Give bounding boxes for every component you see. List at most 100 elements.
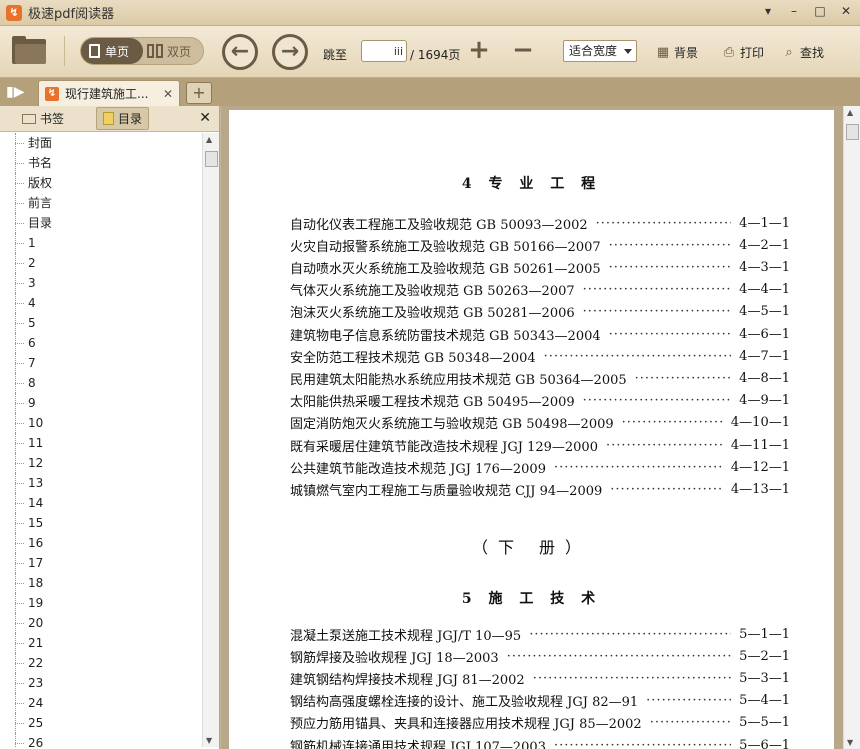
entry-page: 4—7—1 — [739, 348, 790, 364]
zoom-out-button[interactable]: − — [512, 37, 534, 63]
toc-entry: 自动化仪表工程施工及验收规范 GB 50093—2002 ············… — [290, 213, 790, 233]
toc-item[interactable]: 2 — [0, 253, 203, 273]
minimize-button[interactable]: – — [786, 3, 802, 19]
search-icon: ⌕ — [785, 44, 793, 60]
chevron-down-icon — [624, 49, 632, 54]
toc-item[interactable]: 1 — [0, 233, 203, 253]
app-icon: ↯ — [6, 4, 22, 21]
print-button[interactable]: ⎙ 打印 — [722, 44, 764, 61]
tab-bookmarks[interactable]: 书签 — [16, 108, 70, 129]
entry-title: 钢结构高强度螺栓连接的设计、施工及验收规程 JGJ 82—91 — [290, 695, 639, 711]
background-button[interactable]: ▦ 背景 — [656, 44, 698, 61]
sidebar-toggle-button[interactable]: ▮▶ — [6, 83, 30, 101]
toc-item[interactable]: 17 — [0, 553, 203, 573]
scroll-up-icon[interactable]: ▲ — [847, 108, 853, 117]
toc-entry: 混凝土泵送施工技术规程 JGJ/T 10—95 ·················… — [290, 624, 790, 644]
toc-item[interactable]: 书名 — [0, 153, 203, 173]
close-window-button[interactable]: ✕ — [838, 3, 854, 19]
maximize-button[interactable]: □ — [812, 3, 828, 19]
scroll-thumb[interactable] — [205, 151, 218, 167]
toc-item[interactable]: 7 — [0, 353, 203, 373]
toc-entry: 建筑钢结构焊接技术规程 JGJ 81—2002 ·················… — [290, 668, 790, 688]
toc-item[interactable]: 12 — [0, 453, 203, 473]
entry-page: 5—6—1 — [739, 737, 790, 749]
leader-dots: ········································… — [649, 715, 731, 731]
entry-title: 固定消防炮灭火系统施工与验收规范 GB 50498—2009 — [290, 417, 614, 433]
entry-title: 钢筋焊接及验收规程 JGJ 18—2003 — [290, 650, 499, 666]
open-file-button[interactable] — [12, 36, 46, 64]
leader-dots: ········································… — [553, 459, 723, 475]
tab-close-icon[interactable]: ✕ — [163, 87, 173, 101]
prev-page-button[interactable]: ← — [222, 34, 258, 70]
entry-title: 气体灭火系统施工及验收规范 GB 50263—2007 — [290, 284, 575, 300]
entry-title: 太阳能供热采暖工程技术规范 GB 50495—2009 — [290, 395, 575, 411]
page-number-input[interactable] — [361, 40, 407, 62]
toc-item[interactable]: 13 — [0, 473, 203, 493]
toc-entry: 钢筋焊接及验收规程 JGJ 18—2003 ···················… — [290, 646, 790, 666]
entry-page: 4—1—1 — [739, 215, 790, 231]
tab-toc[interactable]: 目录 — [96, 107, 150, 130]
toc-item[interactable]: 8 — [0, 373, 203, 393]
toc-item[interactable]: 10 — [0, 413, 203, 433]
toc-entry: 民用建筑太阳能热水系统应用技术规范 GB 50364—2005 ·········… — [290, 368, 790, 388]
entry-page: 5—2—1 — [739, 648, 790, 664]
toc-item[interactable]: 目录 — [0, 213, 203, 233]
toc-item[interactable]: 21 — [0, 633, 203, 653]
toc-item[interactable]: 16 — [0, 533, 203, 553]
double-page-icon — [147, 44, 163, 58]
entry-page: 4—8—1 — [739, 370, 790, 386]
scroll-down-icon[interactable]: ▼ — [206, 736, 212, 745]
toc-entry: 既有采暖居住建筑节能改造技术规程 JGJ 129—2000 ···········… — [290, 435, 790, 455]
pdf-icon: ↯ — [45, 86, 59, 101]
sidebar-scrollbar[interactable]: ▲ ▼ — [202, 133, 219, 747]
entry-title: 安全防范工程技术规范 GB 50348—2004 — [290, 350, 536, 366]
leader-dots: ········································… — [621, 415, 723, 431]
document-scrollbar[interactable]: ▲ ▼ — [843, 106, 860, 749]
toc-item[interactable]: 23 — [0, 673, 203, 693]
toc-item[interactable]: 前言 — [0, 193, 203, 213]
toc-item[interactable]: 26 — [0, 733, 203, 747]
toc-entry: 气体灭火系统施工及验收规范 GB 50263—2007 ·············… — [290, 280, 790, 300]
toc-entry: 泡沫灭火系统施工及验收规范 GB 50281—2006 ·············… — [290, 302, 790, 322]
find-button[interactable]: ⌕ 查找 — [782, 44, 824, 61]
toc-item[interactable]: 22 — [0, 653, 203, 673]
scroll-up-icon[interactable]: ▲ — [206, 135, 212, 144]
entry-page: 4—3—1 — [739, 259, 790, 275]
toc-item[interactable]: 5 — [0, 313, 203, 333]
document-tab[interactable]: ↯ 现行建筑施工... ✕ — [38, 80, 180, 106]
toc-item[interactable]: 11 — [0, 433, 203, 453]
toc-item[interactable]: 14 — [0, 493, 203, 513]
toc-item[interactable]: 19 — [0, 593, 203, 613]
zoom-out-icon: − — [512, 35, 534, 65]
new-tab-button[interactable]: + — [186, 82, 212, 104]
section-5-title: 5 施 工 技 术 — [461, 591, 602, 607]
leader-dots: ········································… — [608, 326, 732, 342]
toc-list: 封面 书名 版权 前言 目录 1 2 3 4 5 6 7 8 9 10 11 12 13 14 15 16 17 18 19 2… — [0, 133, 203, 747]
scroll-down-icon[interactable]: ▼ — [847, 738, 853, 747]
toc-item[interactable]: 封面 — [0, 133, 203, 153]
divider — [64, 36, 65, 66]
zoom-in-button[interactable]: + — [468, 37, 490, 63]
leader-dots: ········································… — [529, 626, 731, 642]
toc-item[interactable]: 20 — [0, 613, 203, 633]
toc-item[interactable]: 25 — [0, 713, 203, 733]
toc-item[interactable]: 版权 — [0, 173, 203, 193]
toc-item[interactable]: 15 — [0, 513, 203, 533]
menu-dropdown-icon[interactable]: ▾ — [760, 3, 776, 19]
entry-page: 4—13—1 — [730, 481, 790, 497]
toc-item[interactable]: 18 — [0, 573, 203, 593]
toc-item[interactable]: 4 — [0, 293, 203, 313]
double-page-button[interactable]: 双页 — [147, 38, 203, 64]
toc-item[interactable]: 6 — [0, 333, 203, 353]
close-icon[interactable]: ✕ — [199, 110, 211, 126]
leader-dots: ········································… — [553, 737, 731, 749]
page-mode-toggle: 单页 双页 — [80, 37, 204, 65]
single-page-button[interactable]: 单页 — [81, 38, 143, 64]
fit-mode-select[interactable]: 适合宽度 — [563, 40, 637, 62]
leader-dots: ········································… — [608, 259, 732, 275]
toc-item[interactable]: 24 — [0, 693, 203, 713]
next-page-button[interactable]: → — [272, 34, 308, 70]
scroll-thumb[interactable] — [846, 124, 859, 140]
toc-item[interactable]: 3 — [0, 273, 203, 293]
toc-item[interactable]: 9 — [0, 393, 203, 413]
